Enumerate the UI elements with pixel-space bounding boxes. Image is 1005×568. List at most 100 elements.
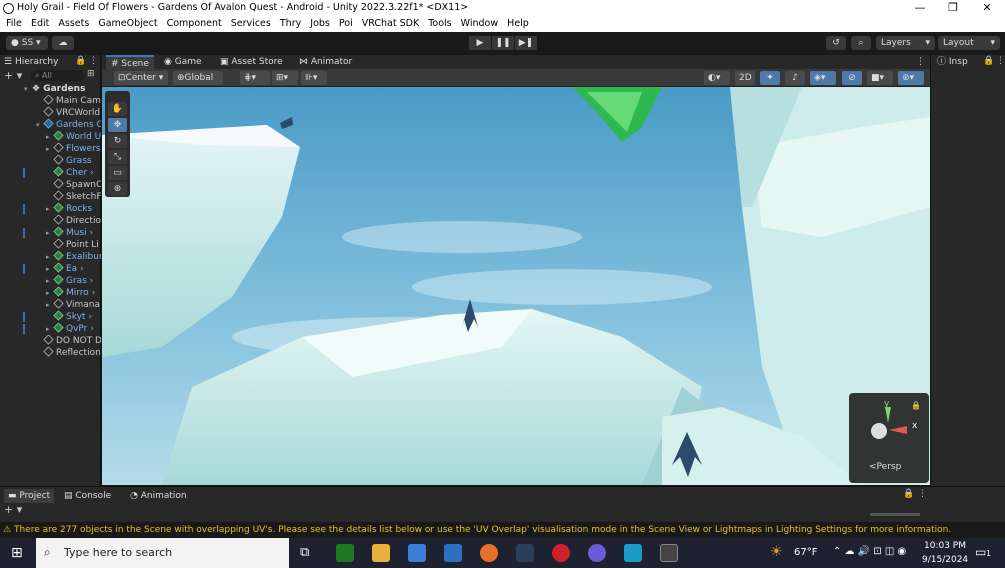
menu-tools[interactable]: Tools: [428, 17, 451, 29]
play-button[interactable]: ▶: [469, 36, 491, 50]
add-button[interactable]: + ▾: [4, 69, 22, 82]
firefox-icon[interactable]: [480, 544, 498, 562]
store-icon[interactable]: [408, 544, 426, 562]
list-item[interactable]: ▸ Musi ›: [0, 227, 101, 239]
discord-icon[interactable]: [588, 544, 606, 562]
gizmo-x-axis-label[interactable]: x: [912, 421, 917, 431]
list-item[interactable]: ▸ Rocks: [0, 203, 101, 215]
tab-scene[interactable]: # Scene: [106, 55, 154, 69]
lock-icon[interactable]: 🔒: [903, 489, 914, 499]
search-button[interactable]: ⌕: [851, 36, 871, 50]
draw-mode-button[interactable]: ◐▾: [704, 71, 730, 85]
orientation-gizmo[interactable]: y x 🔒 <Persp: [849, 393, 929, 483]
menu-assets[interactable]: Assets: [58, 17, 89, 29]
transform-tool-button[interactable]: ⊛: [108, 182, 127, 196]
gizmos-button[interactable]: ⊛▾: [898, 71, 924, 85]
filter-icon[interactable]: ⊞: [87, 69, 95, 79]
opera-icon[interactable]: [552, 544, 570, 562]
hierarchy-item-scene[interactable]: ▾ ❖ Gardens: [0, 83, 101, 95]
file-explorer-icon[interactable]: [372, 544, 390, 562]
menu-vrchat-sdk[interactable]: VRChat SDK: [362, 17, 419, 29]
icon-size-slider[interactable]: [870, 513, 920, 516]
tab-game[interactable]: ◉ Game: [164, 55, 202, 69]
close-button[interactable]: ✕: [972, 0, 1002, 17]
list-item[interactable]: Grass: [0, 155, 101, 167]
list-item[interactable]: Point Li: [0, 239, 101, 251]
more-icon[interactable]: ⋮: [918, 489, 927, 499]
menu-thry[interactable]: Thry: [280, 17, 301, 29]
menu-jobs[interactable]: Jobs: [310, 17, 330, 29]
tab-hierarchy[interactable]: ☰ Hierarchy: [4, 55, 58, 69]
move-tool-button[interactable]: ✥: [108, 118, 127, 132]
more-icon[interactable]: ⋮: [996, 56, 1005, 66]
pivot-dropdown[interactable]: ⊡Center ▾: [114, 71, 168, 85]
menu-services[interactable]: Services: [231, 17, 271, 29]
list-item[interactable]: ▸ Vimana: [0, 299, 101, 311]
tab-project[interactable]: ▬ Project: [4, 489, 55, 503]
minimize-button[interactable]: —: [905, 0, 935, 17]
tab-console[interactable]: ▤ Console: [64, 489, 111, 503]
menu-edit[interactable]: Edit: [31, 17, 49, 29]
maximize-button[interactable]: ❐: [938, 0, 968, 17]
menu-help[interactable]: Help: [507, 17, 529, 29]
clock-time[interactable]: 10:03 PM: [924, 541, 966, 551]
gizmo-y-axis[interactable]: [885, 407, 891, 423]
tray-icons[interactable]: ⌃ ☁ 🔊 ⊡ ◫ ◉: [833, 546, 906, 557]
list-item[interactable]: ▸ Gras ›: [0, 275, 101, 287]
gizmo-center[interactable]: [871, 423, 887, 439]
hierarchy-search-input[interactable]: ⌕ All: [31, 70, 85, 81]
tab-animator[interactable]: ⋈ Animator: [299, 55, 352, 69]
list-item[interactable]: ▾ Gardens O: [0, 119, 101, 131]
pause-button[interactable]: ❚❚: [492, 36, 514, 50]
steam-icon[interactable]: [516, 544, 534, 562]
status-bar[interactable]: ⚠ There are 277 objects in the Scene wit…: [0, 522, 1005, 538]
scene-viewport[interactable]: [102, 87, 930, 485]
gizmo-x-axis[interactable]: [889, 426, 907, 434]
menu-poi[interactable]: Poi: [339, 17, 353, 29]
lock-icon[interactable]: 🔒: [983, 56, 994, 66]
tab-animation[interactable]: ◔ Animation: [130, 489, 187, 503]
notification-icon[interactable]: ▭: [975, 545, 986, 559]
rect-tool-button[interactable]: ▭: [108, 166, 127, 180]
hand-tool-button[interactable]: ✋: [108, 102, 127, 116]
menu-component[interactable]: Component: [167, 17, 222, 29]
layers-dropdown[interactable]: Layers ▾: [876, 36, 935, 50]
list-item[interactable]: ▸ QvPr ›: [0, 323, 101, 335]
list-item[interactable]: Reflection: [0, 347, 101, 359]
unity-icon[interactable]: [660, 544, 678, 562]
xbox-icon[interactable]: [336, 544, 354, 562]
history-button[interactable]: ↺: [826, 36, 846, 50]
clock-date[interactable]: 9/15/2024: [922, 555, 968, 565]
list-item[interactable]: ▸ Ea ›: [0, 263, 101, 275]
menu-window[interactable]: Window: [461, 17, 498, 29]
grid-snap-button[interactable]: ⋕▾: [240, 71, 270, 85]
cloud-button[interactable]: ☁: [52, 36, 74, 50]
2d-toggle[interactable]: 2D: [735, 71, 755, 85]
list-item[interactable]: SketchF: [0, 191, 101, 203]
audio-toggle[interactable]: ♪: [785, 71, 805, 85]
scene-visibility-toggle[interactable]: ⊘: [842, 71, 862, 85]
projection-toggle[interactable]: <Persp: [869, 462, 901, 472]
lighting-toggle[interactable]: ✦: [760, 71, 780, 85]
task-view-icon[interactable]: ⧉: [300, 545, 309, 560]
list-item[interactable]: DO NOT D: [0, 335, 101, 347]
more-icon[interactable]: ⋮: [89, 56, 98, 66]
list-item[interactable]: ▸ Flowers: [0, 143, 101, 155]
tab-inspector[interactable]: ⓘ Insp: [937, 55, 968, 69]
list-item[interactable]: Directio: [0, 215, 101, 227]
list-item[interactable]: Main Cam: [0, 95, 101, 107]
grid-visibility-button[interactable]: ⊞▾: [272, 71, 298, 85]
layout-dropdown[interactable]: Layout ▾: [938, 36, 1000, 50]
tab-asset-store[interactable]: ▣ Asset Store: [220, 55, 283, 69]
rotate-tool-button[interactable]: ↻: [108, 134, 127, 148]
list-item[interactable]: ▸ Exalibur: [0, 251, 101, 263]
list-item[interactable]: ▸ World U: [0, 131, 101, 143]
camera-button[interactable]: ■▾: [867, 71, 893, 85]
list-item[interactable]: Skyt ›: [0, 311, 101, 323]
menu-gameobject[interactable]: GameObject: [98, 17, 157, 29]
vrchat-creator-companion-icon[interactable]: [624, 544, 642, 562]
weather-temp[interactable]: 67°F: [794, 547, 817, 558]
lock-icon[interactable]: 🔒: [75, 56, 86, 66]
list-item[interactable]: Cher ›: [0, 167, 101, 179]
increment-snap-button[interactable]: ⊪▾: [301, 71, 327, 85]
